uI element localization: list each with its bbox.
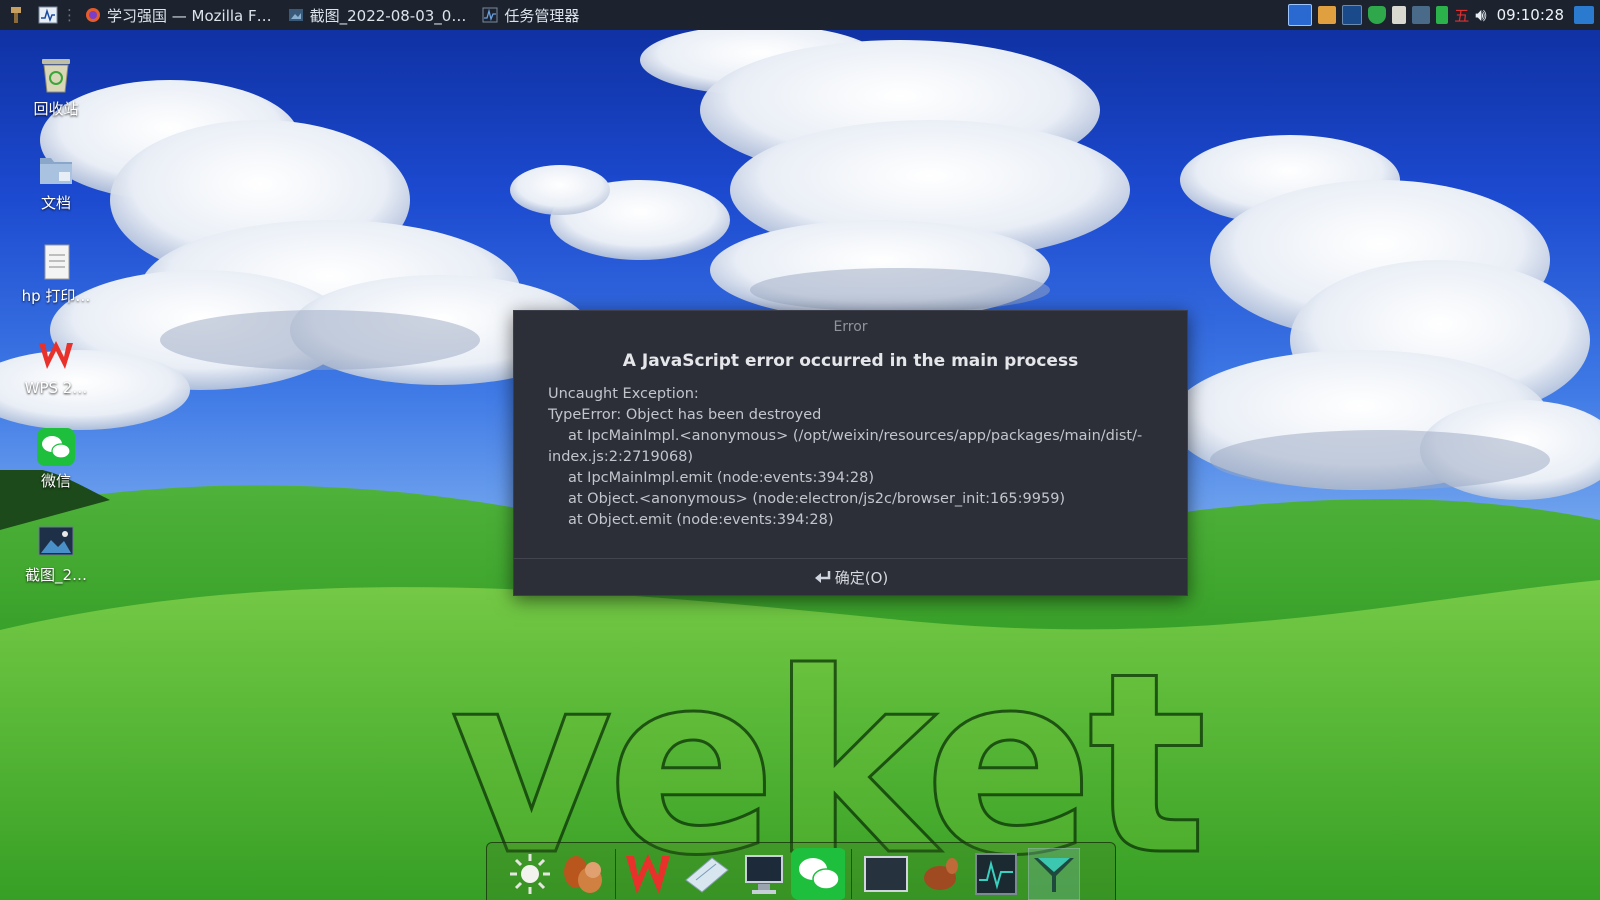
desktop-icon-wechat[interactable]: 微信 (12, 428, 100, 491)
wps-icon (626, 854, 670, 894)
documents-folder-icon (40, 158, 72, 184)
battery-icon[interactable] (1436, 6, 1449, 24)
task-task-manager-label: 任务管理器 (504, 6, 580, 25)
image-file-icon (38, 526, 74, 556)
dock-hand-app[interactable] (913, 847, 967, 900)
computer-icon (745, 855, 783, 894)
clock[interactable]: 09:10:28 (1497, 6, 1564, 24)
system-monitor-icon (975, 853, 1017, 895)
task-task-manager[interactable]: 任务管理器 (482, 5, 579, 26)
error-line: index.js:2:2719068) (548, 449, 694, 465)
app-menu-button[interactable] (6, 0, 26, 30)
start-menu-icon (11, 7, 21, 23)
wechat-icon (791, 848, 845, 900)
brightness-icon (510, 854, 550, 894)
clipboard-icon[interactable] (1392, 6, 1407, 24)
desktop-icon-label: WPS 2… (24, 379, 88, 397)
firefox-icon (86, 8, 100, 22)
text-file-icon (44, 244, 70, 280)
task-firefox[interactable]: 学习强国 — Mozilla F… (85, 5, 272, 26)
error-line: Uncaught Exception: (548, 386, 699, 402)
dock-computer[interactable] (737, 847, 791, 900)
volume-icon[interactable]: 🔊︎ (1475, 5, 1486, 26)
network-icon (1028, 848, 1080, 900)
error-line: at IpcMainImpl.emit (node:events:394:28) (568, 470, 874, 486)
desktop-icon-hp-print[interactable]: hp 打印… (12, 243, 100, 306)
task-manager-icon (482, 7, 498, 23)
terminal-icon (864, 856, 908, 892)
quicklaunch-task-manager[interactable] (38, 0, 58, 30)
panel-separator: ⋮ (62, 6, 77, 24)
notification-icon[interactable] (1574, 6, 1594, 24)
input-method-indicator[interactable]: 五 (1454, 5, 1469, 26)
desktop-icon-wps[interactable]: WPS 2… (12, 337, 100, 397)
dock-squirrel-app[interactable] (557, 847, 611, 900)
desktop-icon-label: 截图_2… (24, 566, 88, 584)
dialog-title: Error (833, 319, 868, 335)
wps-icon (39, 341, 73, 369)
desktop-icon-label: hp 打印… (21, 287, 91, 305)
file-manager-icon[interactable] (1318, 6, 1337, 24)
shield-icon[interactable] (1368, 6, 1387, 24)
error-line: at IpcMainImpl.<anonymous> (/opt/weixin/… (568, 428, 1143, 444)
system-monitor-icon (38, 6, 58, 24)
desktop-icon-documents[interactable]: 文档 (12, 150, 100, 213)
dock-network[interactable] (1027, 847, 1081, 900)
dock (486, 842, 1116, 900)
dock-terminal[interactable] (859, 847, 913, 900)
task-screenshot[interactable]: 截图_2022-08-03_0… (288, 5, 467, 26)
task-screenshot-label: 截图_2022-08-03_0… (309, 6, 467, 25)
network-icon[interactable] (1412, 6, 1431, 24)
monitor-tray-icon[interactable] (1342, 5, 1363, 25)
dock-separator (851, 849, 852, 899)
desktop-icon-label: 回收站 (33, 100, 79, 118)
dock-wechat[interactable] (791, 847, 845, 900)
wechat-icon (37, 428, 75, 466)
show-desktop-icon[interactable] (1288, 4, 1313, 26)
dock-system-monitor[interactable] (969, 847, 1023, 900)
dialog-heading: A JavaScript error occurred in the main … (622, 351, 1079, 371)
desktop-icon-label: 微信 (40, 472, 71, 490)
ok-button[interactable]: 确定(O) (514, 559, 1187, 595)
screenshot-icon (288, 9, 303, 21)
dock-separator (615, 849, 616, 899)
system-tray: 五 🔊︎ 09:10:28 (1288, 0, 1600, 30)
hand-icon (924, 858, 958, 890)
desktop: veket ⋮ 学习强国 — Mozilla F… 截图_2022-08-03_… (0, 0, 1600, 900)
error-line: at Object.<anonymous> (node:electron/js2… (568, 491, 1066, 507)
error-dialog: Error A JavaScript error occurred in the… (513, 310, 1188, 596)
enter-key-icon (814, 571, 830, 583)
dock-brightness[interactable] (503, 847, 557, 900)
top-panel: ⋮ 学习强国 — Mozilla F… 截图_2022-08-03_0… 任务管… (0, 0, 1600, 30)
recycle-bin-icon (42, 59, 70, 93)
error-line: TypeError: Object has been destroyed (548, 407, 822, 423)
dock-wps[interactable] (621, 847, 675, 900)
dock-notepad[interactable] (679, 847, 733, 900)
desktop-icon-label: 文档 (40, 194, 71, 212)
error-details: Uncaught Exception: TypeError: Object ha… (548, 384, 1158, 531)
task-firefox-label: 学习强国 — Mozilla F… (107, 6, 272, 25)
error-line: at Object.emit (node:events:394:28) (568, 512, 834, 528)
ok-button-label: 确定(O) (834, 568, 889, 587)
desktop-icon-screenshot[interactable]: 截图_2… (12, 522, 100, 585)
squirrel-app-icon (564, 856, 602, 893)
notepad-icon (685, 857, 729, 893)
desktop-icon-recycle-bin[interactable]: 回收站 (12, 56, 100, 119)
